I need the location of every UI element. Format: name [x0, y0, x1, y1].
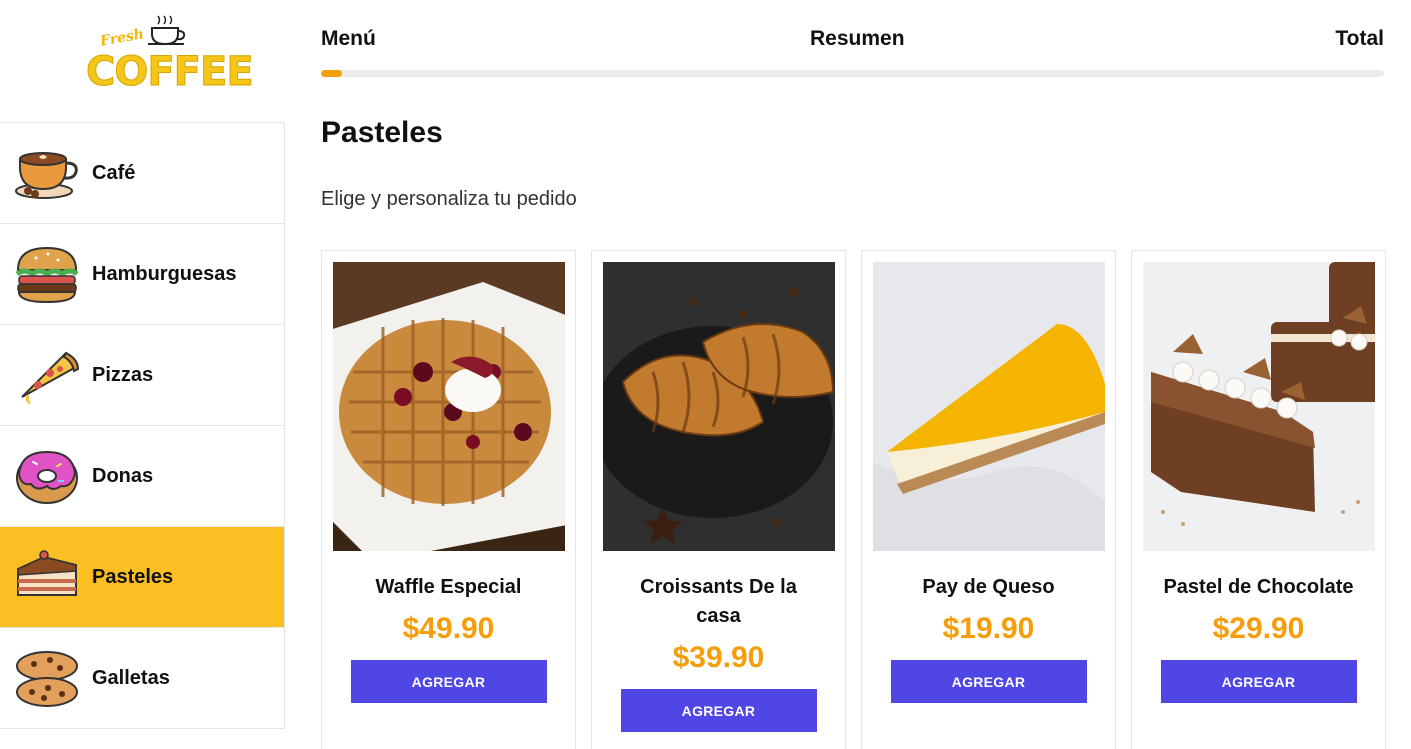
product-name: Pay de Queso — [922, 576, 1055, 598]
step-menu[interactable]: Menú — [321, 27, 376, 51]
step-total[interactable]: Total — [1335, 27, 1384, 51]
sidebar: Fresh COFFEE Café Hamburguesas Pizzas Do… — [0, 0, 285, 749]
croissants-photo[interactable] — [602, 262, 835, 551]
add-to-cart-button[interactable]: AGREGAR — [1160, 660, 1357, 703]
sidebar-item-label: Hamburguesas — [92, 262, 237, 285]
main-content: Menú Resumen Total Pasteles Elige y pers… — [321, 0, 1386, 749]
sidebar-item-cafe[interactable]: Café — [0, 123, 285, 224]
donut-icon — [14, 445, 80, 507]
brand-script: Fresh — [98, 26, 146, 50]
progress-bar — [321, 70, 1384, 77]
sidebar-item-label: Café — [92, 161, 136, 184]
burger-icon — [14, 243, 80, 305]
waffle-photo[interactable] — [332, 262, 565, 551]
page-title: Pasteles — [321, 116, 443, 149]
product-grid: Waffle Especial $49.90 AGREGAR Croissant… — [321, 250, 1386, 749]
brand-name: COFFEE — [86, 49, 255, 95]
chocolate-cake-photo[interactable] — [1142, 262, 1375, 551]
step-summary[interactable]: Resumen — [810, 27, 905, 51]
product-price: $29.90 — [1212, 612, 1305, 645]
cheesecake-photo[interactable] — [872, 262, 1105, 551]
sidebar-item-label: Galletas — [92, 666, 170, 689]
product-card: Croissants De la casa $39.90 AGREGAR — [591, 250, 846, 749]
checkout-steps: Menú Resumen Total — [321, 27, 1384, 51]
category-list: Café Hamburguesas Pizzas Donas Pasteles … — [0, 122, 285, 729]
cookies-icon — [14, 647, 80, 709]
cake-slice-icon — [14, 546, 80, 608]
product-price: $49.90 — [402, 612, 495, 645]
product-card: Pay de Queso $19.90 AGREGAR — [861, 250, 1116, 749]
sidebar-item-pizzas[interactable]: Pizzas — [0, 325, 285, 426]
sidebar-item-donas[interactable]: Donas — [0, 426, 285, 527]
progress-bar-fill — [321, 70, 343, 77]
sidebar-item-label: Pasteles — [92, 565, 174, 588]
sidebar-item-label: Donas — [92, 464, 154, 487]
product-price: $19.90 — [942, 612, 1035, 645]
product-card: Waffle Especial $49.90 AGREGAR — [321, 250, 576, 749]
product-card: Pastel de Chocolate $29.90 AGREGAR — [1131, 250, 1386, 749]
brand-logo[interactable]: Fresh COFFEE — [84, 12, 254, 108]
coffee-cup-icon — [14, 142, 80, 204]
sidebar-item-galletas[interactable]: Galletas — [0, 628, 285, 729]
sidebar-item-label: Pizzas — [92, 363, 154, 386]
product-name: Waffle Especial — [375, 576, 522, 598]
add-to-cart-button[interactable]: AGREGAR — [890, 660, 1087, 703]
product-name: Pastel de Chocolate — [1163, 576, 1354, 598]
add-to-cart-button[interactable]: AGREGAR — [350, 660, 547, 703]
sidebar-item-pasteles[interactable]: Pasteles — [0, 527, 285, 628]
page-subtitle: Elige y personaliza tu pedido — [321, 188, 577, 210]
add-to-cart-button[interactable]: AGREGAR — [620, 689, 817, 732]
product-price: $39.90 — [672, 641, 765, 674]
product-name: Croissants De la casa — [640, 576, 797, 627]
sidebar-item-hamburguesas[interactable]: Hamburguesas — [0, 224, 285, 325]
coffee-cup-logo-icon — [148, 15, 186, 46]
pizza-slice-icon — [14, 344, 80, 406]
